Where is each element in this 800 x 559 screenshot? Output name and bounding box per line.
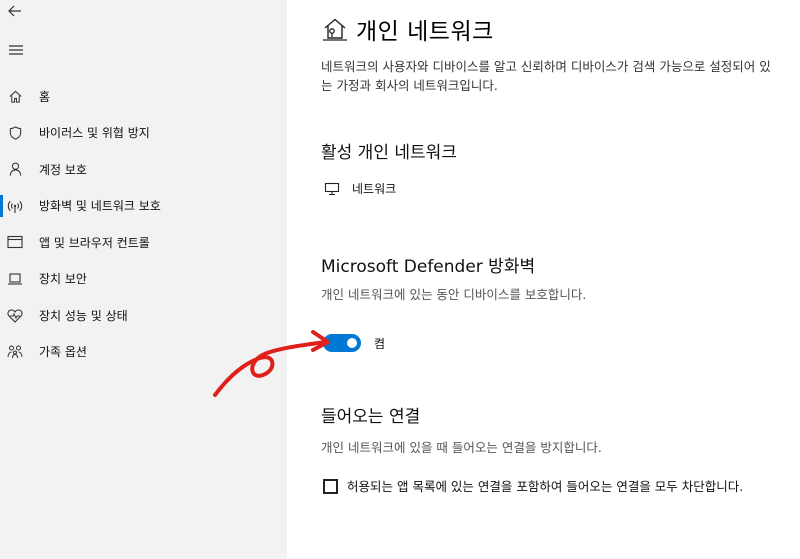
- active-network-heading: 활성 개인 네트워크: [321, 143, 457, 163]
- active-indicator: [0, 194, 3, 217]
- sidebar-item-label: 앱 및 브라우저 컨트롤: [39, 235, 150, 250]
- person-icon: [7, 161, 23, 177]
- family-icon: [7, 344, 23, 360]
- page-title: 개인 네트워크: [356, 19, 494, 45]
- sidebar-item-device-security[interactable]: 장치 보안: [0, 261, 287, 298]
- firewall-description: 개인 네트워크에 있는 동안 디바이스를 보호합니다.: [321, 287, 587, 302]
- home-network-icon: [323, 18, 347, 41]
- sidebar-item-label: 장치 성능 및 상태: [39, 308, 128, 323]
- sidebar-item-label: 계정 보호: [39, 162, 87, 177]
- page-description: 네트워크의 사용자와 디바이스를 알고 신뢰하며 디바이스가 검색 가능으로 설…: [321, 59, 771, 93]
- page-header: 개인 네트워크: [322, 12, 494, 46]
- annotation-arrow: [213, 330, 330, 397]
- sidebar-item-label: 바이러스 및 위협 방지: [39, 126, 150, 141]
- sidebar-item-account-protection[interactable]: 계정 보호: [0, 151, 287, 188]
- toggle-knob: [347, 338, 357, 348]
- active-network-item[interactable]: 네트워크: [324, 180, 396, 197]
- incoming-connections-heading: 들어오는 연결: [321, 407, 421, 427]
- sidebar-item-label: 방화벽 및 네트워크 보호: [39, 199, 161, 214]
- back-arrow-icon: [8, 5, 21, 17]
- laptop-icon: [7, 271, 23, 287]
- sidebar-item-virus-protection[interactable]: 바이러스 및 위협 방지: [0, 115, 287, 152]
- sidebar-item-home[interactable]: 홈: [0, 78, 287, 115]
- shield-icon: [7, 125, 23, 141]
- block-incoming-option: 허용되는 앱 목록에 있는 연결을 포함하여 들어오는 연결을 모두 차단합니다…: [323, 477, 757, 497]
- home-icon: [7, 88, 23, 104]
- browser-window-icon: [7, 234, 23, 250]
- sidebar-item-app-browser-control[interactable]: 앱 및 브라우저 컨트롤: [0, 224, 287, 261]
- wifi-signal-icon: [7, 198, 23, 214]
- hamburger-icon: [9, 45, 23, 55]
- ethernet-monitor-icon: [324, 182, 340, 195]
- sidebar-item-label: 가족 옵션: [39, 345, 87, 360]
- toggle-state-label: 켬: [374, 336, 386, 351]
- block-incoming-label[interactable]: 허용되는 앱 목록에 있는 연결을 포함하여 들어오는 연결을 모두 차단합니다…: [347, 477, 757, 497]
- back-button[interactable]: [4, 0, 26, 22]
- sidebar-item-firewall[interactable]: 방화벽 및 네트워크 보호: [0, 188, 287, 225]
- menu-button[interactable]: [5, 39, 27, 61]
- main-content: 개인 네트워크 네트워크의 사용자와 디바이스를 알고 신뢰하며 디바이스가 검…: [287, 0, 800, 559]
- network-name: 네트워크: [352, 182, 397, 196]
- heart-pulse-icon: [7, 307, 23, 323]
- sidebar: 홈 바이러스 및 위협 방지 계정 보호 방화벽 및 네트워크 보호 앱 및 브…: [0, 0, 287, 559]
- block-incoming-checkbox[interactable]: [323, 479, 338, 494]
- sidebar-item-label: 장치 보안: [39, 272, 87, 287]
- sidebar-item-label: 홈: [39, 89, 51, 104]
- incoming-connections-description: 개인 네트워크에 있을 때 들어오는 연결을 방지합니다.: [321, 440, 602, 455]
- firewall-heading: Microsoft Defender 방화벽: [321, 257, 536, 277]
